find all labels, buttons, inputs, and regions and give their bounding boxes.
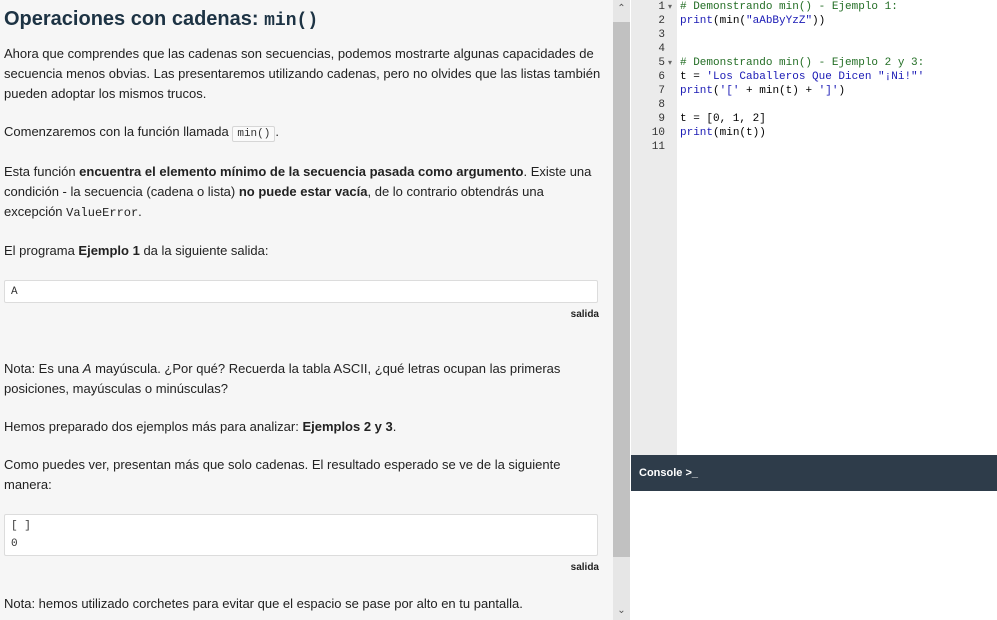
bold-text: encuentra el elemento mínimo de la secue…	[79, 164, 524, 179]
text: Hemos preparado dos ejemplos más para an…	[4, 419, 303, 434]
text: El programa	[4, 243, 79, 258]
line-number: 1	[658, 1, 665, 13]
text: .	[275, 124, 279, 139]
lesson-scrollbar[interactable]: ⌃ ⌄	[613, 0, 630, 620]
paragraph-intro: Ahora que comprendes que las cadenas son…	[4, 46, 601, 101]
code-token: print	[680, 127, 714, 139]
console-tab[interactable]: Console >_	[631, 455, 997, 491]
code-line-9[interactable]: t = [0, 1, 2]	[680, 112, 766, 126]
line-number: 5	[658, 57, 665, 69]
code-token: ']'	[818, 85, 839, 97]
paragraph-note-brackets: Nota: hemos utilizado corchetes para evi…	[4, 596, 523, 611]
code-editor[interactable]: 1 ▾ 2 3 4 5 ▾ 6 7 8 9 10 11 # Demonstran…	[631, 0, 997, 455]
paragraph-expected-result: Como puedes ver, presentan más que solo …	[4, 457, 561, 492]
code-token: )	[838, 85, 846, 97]
line-number: 10	[651, 127, 665, 139]
code-token: "aAbByYzZ"	[746, 15, 813, 27]
text: Comenzaremos con la función llamada	[4, 124, 233, 139]
output-box-2: [ ] 0	[4, 514, 598, 556]
lesson-panel: Operaciones con cadenas: min() Ahora que…	[0, 0, 613, 620]
line-number: 6	[658, 71, 665, 83]
console-output[interactable]	[631, 491, 997, 620]
code-line-10[interactable]: print(min(t))	[680, 126, 766, 140]
text: .	[392, 419, 397, 434]
code-line-7[interactable]: print('[' + min(t) + ']')	[680, 84, 845, 98]
code-token: (min(	[713, 15, 747, 27]
paragraph-function-intro: Comenzaremos con la función llamada min(…	[4, 122, 604, 144]
output-box-1: A	[4, 280, 598, 303]
code-token: print	[680, 85, 714, 97]
line-number: 2	[658, 15, 665, 27]
code-line-5[interactable]: # Demonstrando min() - Ejemplo 2 y 3:	[680, 56, 924, 70]
paragraph-example1: El programa Ejemplo 1 da la siguiente sa…	[4, 241, 604, 261]
text: Nota: Es una	[4, 361, 83, 376]
line-number-gutter: 1 ▾ 2 3 4 5 ▾ 6 7 8 9 10 11	[631, 0, 677, 455]
code-token: t =	[680, 71, 707, 83]
paragraph-examples-2-3: Hemos preparado dos ejemplos más para an…	[4, 417, 604, 437]
code-token: print	[680, 15, 714, 27]
page-title: Operaciones con cadenas: min()	[4, 8, 318, 31]
output-line: [ ]	[11, 520, 31, 532]
fold-arrow-icon[interactable]: ▾	[668, 56, 672, 70]
code-token: '['	[719, 85, 740, 97]
text: da la siguiente salida:	[139, 243, 269, 258]
output-text: A	[11, 286, 18, 298]
line-number: 7	[658, 85, 665, 97]
bold-text: Ejemplos 2 y 3	[302, 419, 393, 434]
code-valueerror: ValueError	[66, 206, 139, 220]
code-token: (	[713, 85, 720, 97]
title-text: Operaciones con cadenas:	[4, 8, 265, 30]
chevron-down-icon[interactable]: ⌄	[613, 602, 630, 620]
chevron-up-icon[interactable]: ⌃	[613, 0, 630, 18]
output-label: salida	[570, 562, 599, 573]
code-line-6[interactable]: t = 'Los Caballeros Que Dicen "¡Ni!"'	[680, 70, 924, 84]
title-code: min()	[264, 11, 319, 31]
scrollbar-thumb[interactable]	[613, 22, 630, 557]
paragraph-function-desc: Esta función encuentra el elemento mínim…	[4, 162, 604, 223]
line-number: 3	[658, 29, 665, 41]
paragraph-note-ascii: Nota: Es una A mayúscula. ¿Por qué? Recu…	[4, 359, 604, 399]
code-line-1[interactable]: # Demonstrando min() - Ejemplo 1:	[680, 0, 898, 14]
line-number: 9	[658, 113, 665, 125]
bold-text: no puede estar vacía	[238, 184, 368, 199]
line-number: 8	[658, 99, 665, 111]
fold-arrow-icon[interactable]: ▾	[668, 0, 672, 14]
code-token: 'Los Caballeros Que Dicen "¡Ni!"'	[706, 71, 925, 83]
text: Esta función	[4, 164, 80, 179]
text: .	[138, 204, 142, 219]
code-token: (min(t))	[713, 127, 766, 139]
output-line: 0	[11, 538, 18, 550]
line-number: 4	[658, 43, 665, 55]
inline-code-min: min()	[232, 126, 276, 142]
code-token: ))	[812, 15, 826, 27]
bold-text: Ejemplo 1	[78, 243, 140, 258]
code-token: + min(t) +	[739, 85, 819, 97]
code-line-2[interactable]: print(min("aAbByYzZ"))	[680, 14, 825, 28]
line-number: 11	[651, 141, 665, 153]
output-label: salida	[570, 309, 599, 320]
